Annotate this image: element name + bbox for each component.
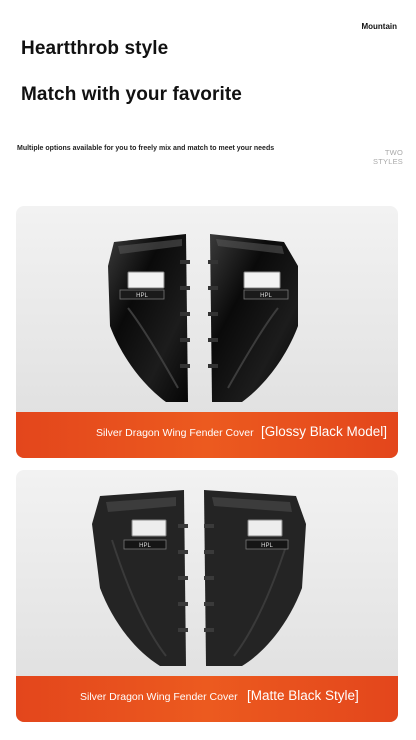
product-name: Silver Dragon Wing Fender Cover [80, 691, 238, 703]
badge-text: HPL [261, 543, 273, 549]
headline-match: Match with your favorite [21, 84, 242, 105]
headline-heartthrob: Heartthrob style [21, 38, 169, 59]
product-card-matte: HPL HPL Silver Dragon Wing Fender Cover … [16, 470, 398, 722]
subline-text: Multiple options available for you to fr… [17, 145, 275, 152]
product-card-glossy: HPL HPL Silver Dragon Wing Fender Cover … [16, 206, 398, 458]
right-fender-piece: HPL [208, 234, 298, 402]
badge-text: HPL [260, 293, 272, 299]
product-model: [Glossy Black Model] [261, 424, 388, 439]
product-banner-glossy: Silver Dragon Wing Fender Cover [Glossy … [16, 412, 398, 458]
product-model: [Matte Black Style] [247, 688, 359, 703]
two-styles-label: TWO STYLES [373, 148, 403, 166]
brand-label: Mountain [361, 22, 397, 31]
right-fender-piece: HPL [204, 490, 306, 666]
product-banner-matte: Silver Dragon Wing Fender Cover [Matte B… [16, 676, 398, 722]
badge-text: HPL [139, 543, 151, 549]
fender-cover-photo-glossy: HPL HPL [108, 234, 298, 402]
fender-cover-photo-matte: HPL HPL [92, 490, 306, 666]
left-fender-piece: HPL [108, 234, 190, 402]
product-name: Silver Dragon Wing Fender Cover [96, 427, 254, 439]
left-fender-piece: HPL [92, 490, 188, 666]
two-styles-line-2: STYLES [373, 156, 403, 166]
badge-text: HPL [136, 293, 148, 299]
